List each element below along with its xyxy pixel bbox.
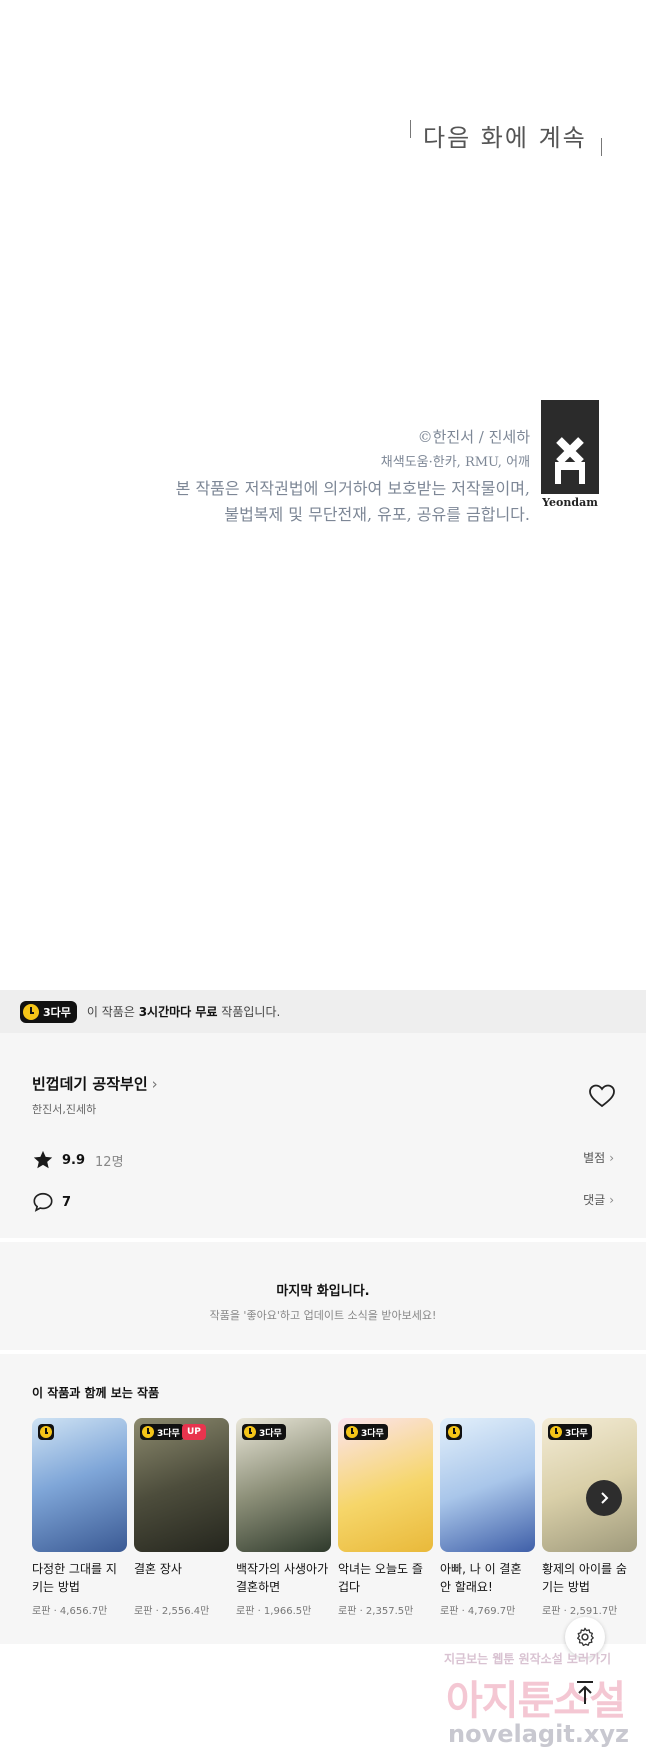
- recommendation-meta: 로판 · 2,357.5만: [338, 1606, 414, 1617]
- recommendation-meta: 로판 · 2,556.4만: [134, 1606, 210, 1617]
- recommendation-card[interactable]: 3다무 백작가의 사생아가 결혼하면 로판 · 1,966.5만: [236, 1418, 331, 1617]
- heart-icon: [589, 1084, 615, 1108]
- wait-free-badge: 3다무: [140, 1424, 184, 1440]
- wait-free-badge: 3다무: [20, 1000, 77, 1023]
- next-episode-label: 다음 화에 계속: [423, 124, 587, 152]
- free-info-text-pre: 이 작품은: [86, 1005, 139, 1019]
- rating-score: 9.9: [62, 1152, 86, 1168]
- recommendation-title: 다정한 그대를 지키는 방법: [32, 1562, 117, 1594]
- chevron-right-icon: ›: [609, 1193, 614, 1207]
- series-info-panel: 빈껍데기 공작부인 › 한진서,진세하 9.9 12명 별점 › 7 댓글 ›: [0, 1033, 646, 1238]
- recommendation-card[interactable]: 3다무 황제의 아이를 숨기는 방법 로판 · 2,591.7만: [542, 1418, 637, 1617]
- comment-count: 7: [62, 1194, 72, 1210]
- recommendations-title: 이 작품과 함께 보는 작품: [32, 1386, 160, 1400]
- next-episode-text: 다음 화에 계속: [410, 118, 602, 156]
- recommendation-title: 결혼 장사: [134, 1562, 182, 1576]
- rating-count: 12명: [95, 1154, 124, 1170]
- series-title-link[interactable]: 빈껍데기 공작부인 ›: [32, 1073, 158, 1094]
- recommendation-title: 악녀는 오늘도 즐겁다: [338, 1562, 423, 1594]
- recommendation-title: 아빠, 나 이 결혼 안 할래요!: [440, 1562, 522, 1594]
- copyright-line-1: ©한진서 / 진세하: [417, 428, 530, 446]
- recommendation-meta: 로판 · 4,769.7만: [440, 1606, 516, 1617]
- last-episode-heading: 마지막 화입니다.: [276, 1284, 370, 1299]
- comic-panel: 다음 화에 계속 ©한진서 / 진세하 채색도움·한카, RMU, 어깨 본 작…: [0, 0, 646, 990]
- watermark-line-3: novelagit.xyz: [448, 1720, 630, 1748]
- recommendation-card[interactable]: 아빠, 나 이 결혼 안 할래요! 로판 · 4,769.7만: [440, 1418, 535, 1617]
- comment-link-label: 댓글: [583, 1193, 606, 1207]
- clock-icon: [23, 1003, 39, 1020]
- rating-row: 9.9 12명: [32, 1149, 124, 1171]
- clock-icon: [244, 1426, 256, 1438]
- recommendation-cover: 3다무: [236, 1418, 331, 1552]
- wait-free-badge: 3다무: [548, 1424, 592, 1440]
- chevron-right-icon: ›: [609, 1151, 614, 1165]
- carousel-next-button[interactable]: [586, 1480, 622, 1516]
- last-episode-notice: 마지막 화입니다. 작품을 '좋아요'하고 업데이트 소식을 받아보세요!: [0, 1242, 646, 1350]
- watermark-line-1: 지금보는 웹툰 원작소설 보러가기: [444, 1652, 612, 1666]
- wait-free-badge-label: 3다무: [565, 1428, 588, 1439]
- recommendation-meta: 로판 · 2,591.7만: [542, 1606, 618, 1617]
- recommendation-title: 백작가의 사생아가 결혼하면: [236, 1562, 329, 1594]
- recommendation-cover: [440, 1418, 535, 1552]
- clock-icon: [142, 1426, 154, 1438]
- clock-icon: [550, 1426, 562, 1438]
- series-author: 한진서,진세하: [32, 1103, 97, 1116]
- publisher-logo: [541, 400, 599, 494]
- recommendation-card[interactable]: 3다무 악녀는 오늘도 즐겁다 로판 · 2,357.5만: [338, 1418, 433, 1617]
- scroll-top-button[interactable]: [565, 1673, 605, 1713]
- quote-bar-left: [410, 120, 411, 138]
- recommendation-card[interactable]: 3다무 UP 결혼 장사 로판 · 2,556.4만: [134, 1418, 229, 1617]
- free-info-banner: 3다무 이 작품은 3시간마다 무료 작품입니다.: [0, 990, 646, 1033]
- recommendation-cover: 3다무: [338, 1418, 433, 1552]
- copyright-line-3: 본 작품은 저작권법에 의거하여 보호받는 저작물이며,: [175, 479, 530, 498]
- copyright-notice: ©한진서 / 진세하 채색도움·한카, RMU, 어깨 본 작품은 저작권법에 …: [176, 424, 530, 528]
- wait-free-badge-label: 3다무: [157, 1428, 180, 1439]
- recommendation-cover: 3다무: [542, 1418, 637, 1552]
- series-title: 빈껍데기 공작부인: [32, 1075, 148, 1093]
- comment-row: 7: [32, 1191, 71, 1213]
- like-button[interactable]: [588, 1083, 616, 1109]
- wait-free-badge: 3다무: [242, 1424, 286, 1440]
- comment-icon: [33, 1192, 53, 1212]
- recommendations-section: 이 작품과 함께 보는 작품 다정한 그대를 지키는 방법 로판 · 4,656…: [0, 1354, 646, 1644]
- free-info-text-bold: 3시간마다 무료: [138, 1005, 218, 1019]
- rating-link[interactable]: 별점 ›: [583, 1149, 614, 1166]
- star-icon: [33, 1150, 53, 1169]
- free-info-text: 이 작품은 3시간마다 무료 작품입니다.: [87, 1003, 280, 1020]
- wait-free-badge-label: 3다무: [361, 1428, 384, 1439]
- publisher-logo-text: Yeondam: [542, 496, 598, 509]
- rating-link-label: 별점: [583, 1151, 606, 1165]
- recommendation-title: 황제의 아이를 숨기는 방법: [542, 1562, 627, 1594]
- recommendation-meta: 로판 · 1,966.5만: [236, 1606, 312, 1617]
- comment-link[interactable]: 댓글 ›: [583, 1191, 614, 1208]
- clock-icon: [40, 1426, 52, 1438]
- free-info-text-post: 작품입니다.: [217, 1005, 281, 1019]
- last-episode-sub: 작품을 '좋아요'하고 업데이트 소식을 받아보세요!: [209, 1309, 437, 1322]
- wait-free-badge: [446, 1424, 462, 1440]
- quote-bar-right: [600, 138, 602, 156]
- watermark: 지금보는 웹툰 원작소설 보러가기 아지툰소설 novelagit.xyz: [440, 1644, 646, 1758]
- arrow-up-icon: [577, 1681, 593, 1704]
- publisher-logo-mark-icon: [541, 400, 599, 494]
- wait-free-badge: [38, 1424, 54, 1440]
- recommendation-card[interactable]: 다정한 그대를 지키는 방법 로판 · 4,656.7만: [32, 1418, 127, 1617]
- clock-icon: [346, 1426, 358, 1438]
- chevron-right-icon: ›: [151, 1075, 158, 1093]
- update-badge: UP: [182, 1424, 206, 1440]
- wait-free-badge-label: 3다무: [259, 1428, 282, 1439]
- recommendation-cover: [32, 1418, 127, 1552]
- wait-free-badge: 3다무: [344, 1424, 388, 1440]
- recommendation-cover: 3다무 UP: [134, 1418, 229, 1552]
- recommendation-meta: 로판 · 4,656.7만: [32, 1606, 108, 1617]
- clock-icon: [448, 1426, 460, 1438]
- wait-free-badge-label: 3다무: [43, 1005, 71, 1019]
- copyright-line-4: 불법복제 및 무단전재, 유포, 공유를 금합니다.: [224, 505, 530, 524]
- copyright-line-2: 채색도움·한카, RMU, 어깨: [380, 455, 530, 470]
- chevron-right-icon: [601, 1492, 609, 1504]
